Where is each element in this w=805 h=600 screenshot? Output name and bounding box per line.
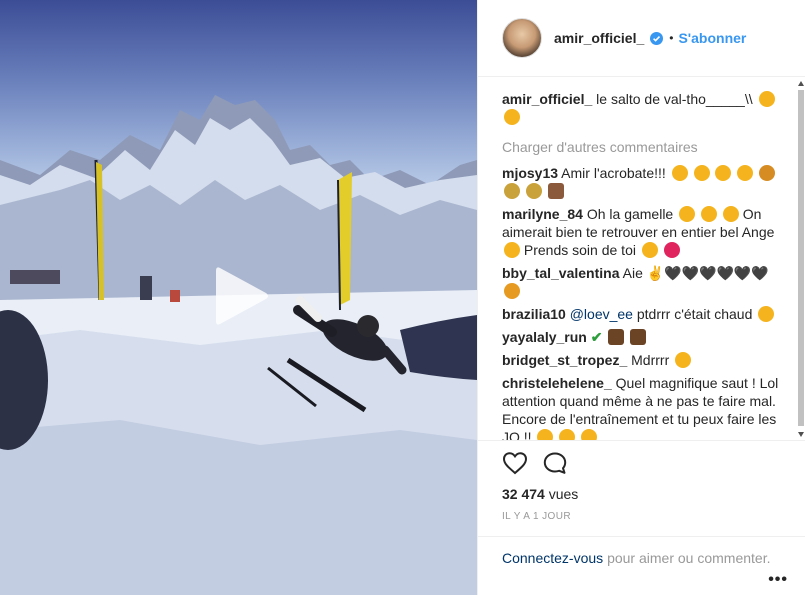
- play-button[interactable]: [206, 262, 274, 330]
- scroll-down-icon[interactable]: [797, 430, 805, 438]
- caption-author[interactable]: amir_officiel_: [502, 91, 592, 107]
- kiss-face-icon: [675, 352, 692, 368]
- login-prompt-text: pour aimer ou commenter.: [607, 550, 771, 566]
- post-actions: 32 474 vues IL Y A 1 JOUR Connectez-vous…: [478, 440, 805, 600]
- comment-item: marilyne_84 Oh la gamelle On aimerait bi…: [502, 205, 798, 259]
- comment-item: bby_tal_valentina Aie ✌🖤🖤🖤🖤🖤🖤: [502, 264, 798, 300]
- medal-icon: [525, 183, 542, 199]
- medal-icon: [759, 165, 776, 181]
- comment-text: ptdrrr c'était chaud: [636, 306, 753, 322]
- grin-face-icon: [504, 109, 520, 125]
- worried-face-icon: [758, 91, 775, 107]
- load-more-comments[interactable]: Charger d'autres commentaires: [502, 138, 798, 156]
- follow-button[interactable]: S'abonner: [678, 30, 746, 46]
- verified-badge-icon: [650, 31, 664, 45]
- comment-author[interactable]: brazilia10: [502, 306, 566, 322]
- laughing-face-icon: [693, 165, 710, 181]
- comment-author[interactable]: mjosy13: [502, 165, 558, 181]
- heart-emoji-icon: [663, 242, 680, 258]
- views-number: 32 474: [502, 486, 545, 502]
- tearful-face-icon: [679, 206, 696, 222]
- comment-item: bridget_st_tropez_ Mdrrrr: [502, 351, 798, 369]
- action-icons: [502, 451, 568, 475]
- comment-item: mjosy13 Amir l'acrobate!!!: [502, 164, 798, 200]
- laughing-face-icon: [671, 165, 688, 181]
- comment-item: brazilia10 @loev_ee ptdrrr c'était chaud: [502, 305, 798, 323]
- comment-text: ✔: [590, 329, 603, 345]
- comment-author[interactable]: marilyne_84: [502, 206, 583, 222]
- post-video[interactable]: [0, 0, 477, 595]
- comment-text: Oh la gamelle: [586, 206, 674, 222]
- avatar[interactable]: [502, 18, 542, 58]
- kiss-face-icon: [641, 242, 658, 258]
- comment-bubble-icon[interactable]: [542, 451, 568, 475]
- clapping-hands-icon: [715, 165, 732, 181]
- comment-text: Prends soin de toi: [523, 242, 636, 258]
- victory-hand-icon: [630, 329, 647, 345]
- tearful-face-icon: [722, 206, 739, 222]
- comments-list: amir_officiel_ le salto de val-tho_____\…: [478, 78, 798, 440]
- tearful-face-icon: [758, 306, 775, 322]
- medal-icon: [504, 183, 520, 199]
- login-link[interactable]: Connectez-vous: [502, 550, 603, 566]
- grin-face-icon: [537, 429, 554, 440]
- flower-icon: [504, 283, 520, 299]
- comments-scrollbar[interactable]: [797, 78, 805, 440]
- comment-mention[interactable]: @loev_ee: [570, 306, 633, 322]
- play-icon: [216, 267, 268, 325]
- comment-item: christelehelene_ Quel magnifique saut ! …: [502, 374, 798, 440]
- clapping-hands-icon: [737, 165, 754, 181]
- header-username[interactable]: amir_officiel_: [554, 30, 644, 46]
- comment-author[interactable]: bby_tal_valentina: [502, 265, 620, 281]
- post-side-panel: amir_officiel_ • S'abonner amir_officiel…: [477, 0, 805, 595]
- login-prompt: Connectez-vous pour aimer ou commenter.: [478, 536, 805, 568]
- comment-author[interactable]: bridget_st_tropez_: [502, 352, 627, 368]
- scroll-up-icon[interactable]: [797, 80, 805, 88]
- comment-item: yayalaly_run ✔: [502, 328, 798, 346]
- separator-dot: •: [669, 31, 674, 45]
- heart-icon[interactable]: [502, 451, 528, 475]
- woman-gesture-icon: [547, 183, 564, 199]
- comment-author[interactable]: yayalaly_run: [502, 329, 587, 345]
- more-options-icon[interactable]: •••: [768, 571, 788, 589]
- comment-text: Aie ✌🖤🖤🖤🖤🖤🖤: [622, 265, 769, 281]
- thumbs-up-icon: [608, 329, 625, 345]
- comment-text: Mdrrrr: [631, 352, 670, 368]
- tearful-face-icon: [559, 429, 576, 440]
- views-count: 32 474 vues: [502, 486, 578, 502]
- views-label: vues: [548, 486, 579, 502]
- post-header: amir_officiel_ • S'abonner: [478, 0, 805, 77]
- caption: amir_officiel_ le salto de val-tho_____\…: [502, 90, 798, 126]
- comment-author[interactable]: christelehelene_: [502, 375, 612, 391]
- tearful-face-icon: [701, 206, 718, 222]
- blush-face-icon: [581, 429, 598, 440]
- tongue-face-icon: [504, 242, 520, 258]
- comment-text: Amir l'acrobate!!!: [561, 165, 666, 181]
- caption-text: le salto de val-tho_____\\: [596, 91, 753, 107]
- post-timestamp[interactable]: IL Y A 1 JOUR: [502, 511, 571, 522]
- scrollbar-thumb[interactable]: [798, 90, 804, 426]
